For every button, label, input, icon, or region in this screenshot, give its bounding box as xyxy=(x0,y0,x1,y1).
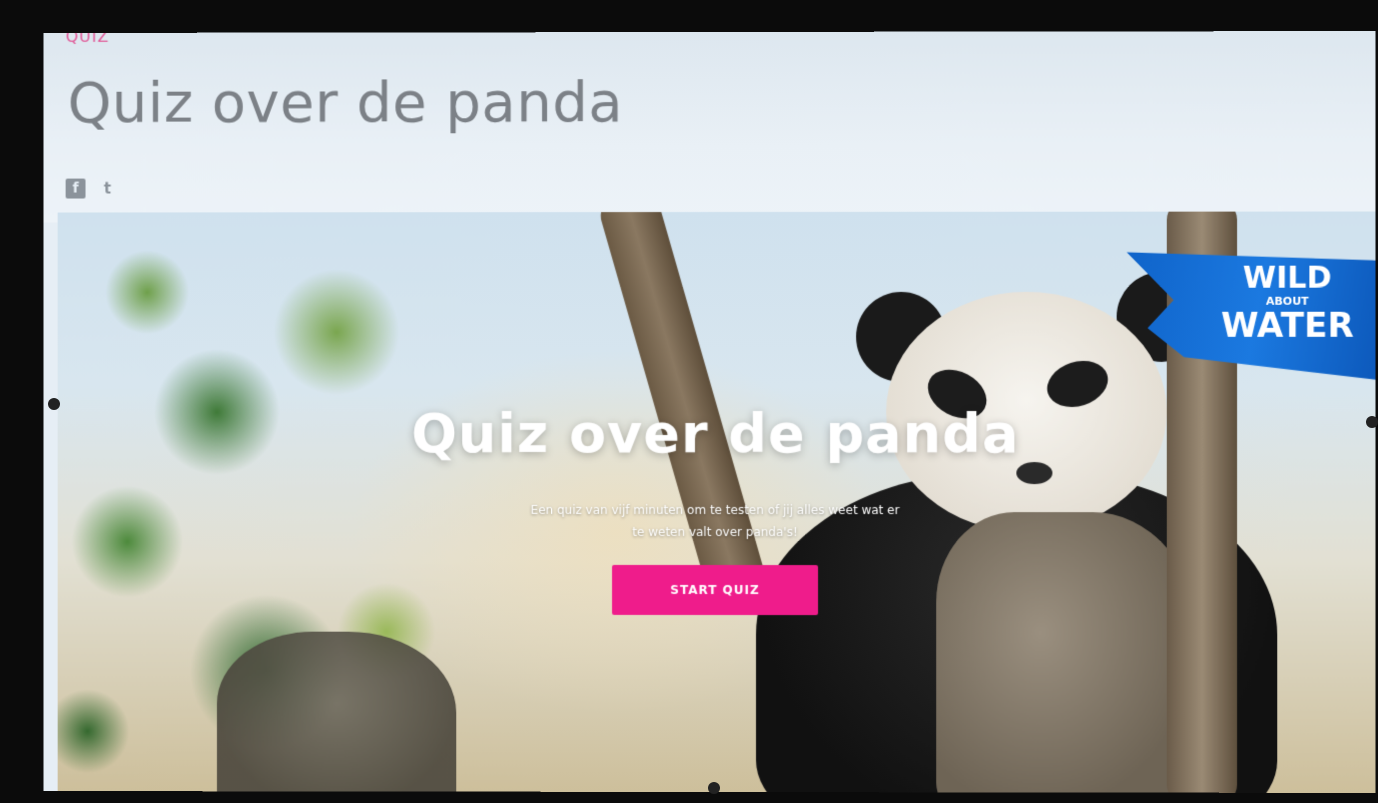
brand-line-1: WILD xyxy=(1242,260,1332,296)
twitter-icon[interactable]: t xyxy=(97,179,117,199)
brand-logo-text: WILD ABOUT WATER xyxy=(1207,260,1368,346)
hero-content: Quiz over de panda Een quiz van vijf min… xyxy=(58,402,1376,616)
social-share: f t xyxy=(65,178,118,199)
brand-line-3: WATER xyxy=(1220,305,1354,346)
category-label: QUIZ xyxy=(65,31,110,46)
hero-title: Quiz over de panda xyxy=(411,401,1020,466)
hero-subtitle: Een quiz van vijf minuten om te testen o… xyxy=(530,502,900,540)
page-header: QUIZ Quiz over de panda f t xyxy=(43,31,1376,223)
start-quiz-button[interactable]: START QUIZ xyxy=(612,564,819,616)
tree-stump xyxy=(216,631,457,793)
monitor-screen: QUIZ Quiz over de panda f t Quiz over de… xyxy=(43,31,1376,793)
facebook-icon[interactable]: f xyxy=(65,178,86,199)
bezel-dot-right xyxy=(1366,416,1378,428)
page-title: Quiz over de panda xyxy=(67,70,624,136)
bezel-dot-bottom xyxy=(708,782,720,794)
bezel-dot-left xyxy=(48,398,60,410)
hero-banner: Quiz over de panda Een quiz van vijf min… xyxy=(57,211,1376,793)
